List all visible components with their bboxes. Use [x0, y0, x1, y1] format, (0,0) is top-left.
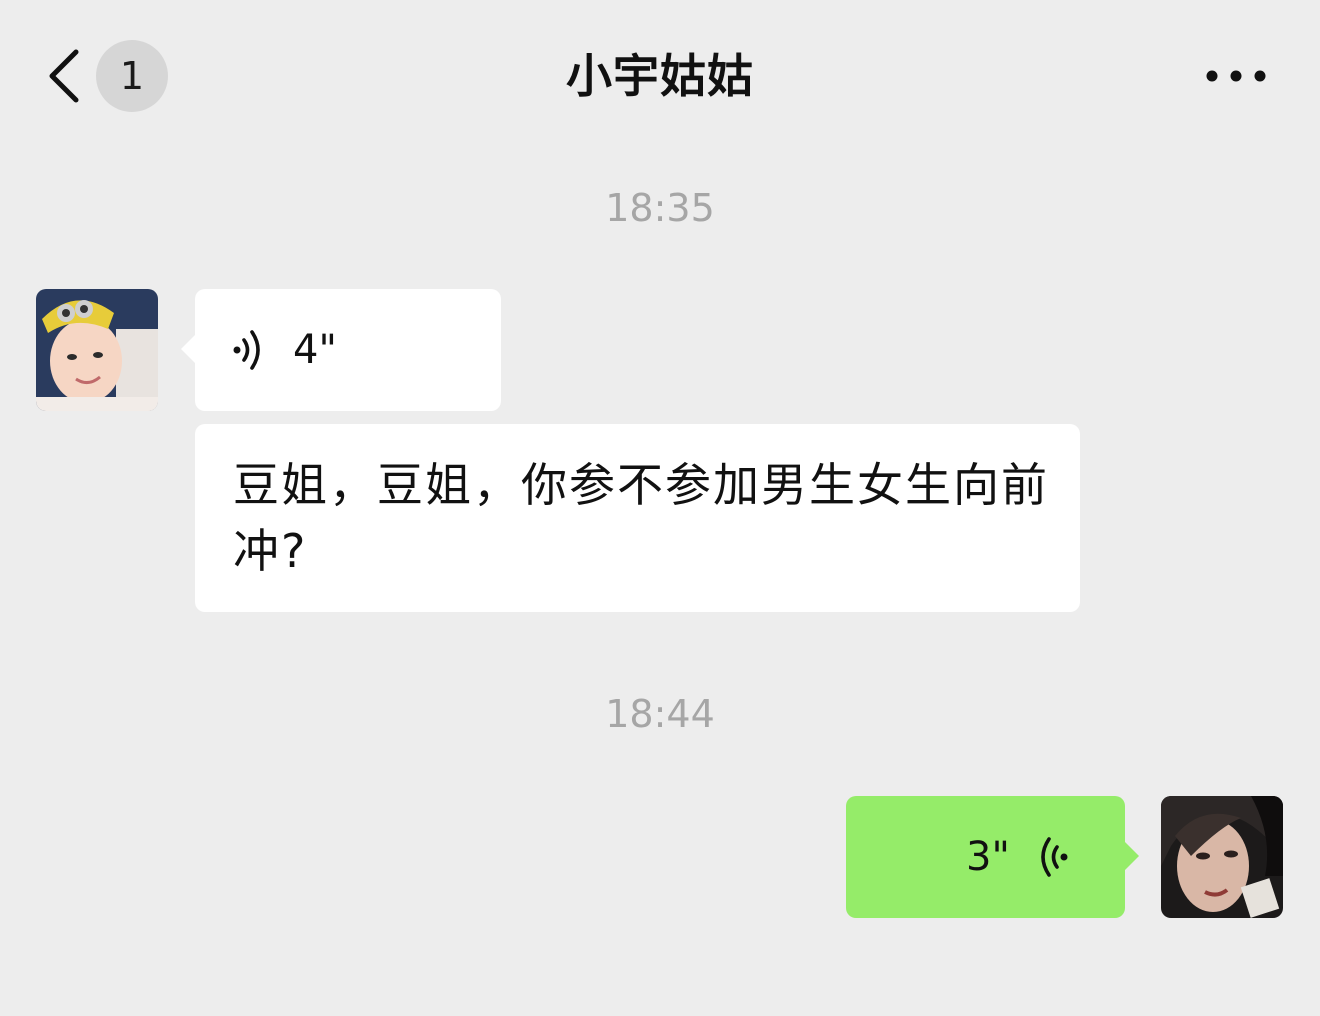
bubble-tail [1125, 842, 1139, 870]
my-avatar-image [1161, 796, 1283, 918]
contact-avatar-image [36, 289, 158, 411]
voice-duration: 4" [293, 327, 337, 373]
more-dots-icon [1206, 70, 1266, 82]
contact-avatar[interactable] [36, 289, 158, 411]
more-options-button[interactable] [1196, 56, 1276, 96]
message-timestamp: 18:44 [605, 692, 715, 736]
voice-wave-icon [233, 330, 260, 370]
bubble-tail [181, 335, 195, 363]
chat-title: 小宇姑姑 [566, 49, 754, 103]
chevron-left-icon [49, 49, 79, 103]
my-avatar[interactable] [1161, 796, 1283, 918]
voice-duration: 3" [966, 834, 1010, 880]
incoming-voice-message[interactable]: 4" [181, 289, 501, 411]
back-button[interactable] [40, 44, 90, 108]
voice-wave-icon [1041, 837, 1068, 877]
message-text: 豆姐，豆姐，你参不参加男生女生向前冲? [233, 458, 1049, 578]
unread-count-badge[interactable]: 1 [96, 40, 168, 112]
incoming-text-message[interactable]: 豆姐，豆姐，你参不参加男生女生向前冲? [195, 424, 1080, 612]
outgoing-voice-message[interactable]: 3" [846, 796, 1139, 918]
chat-header: 1 小宇姑姑 [0, 0, 1320, 150]
message-timestamp: 18:35 [605, 186, 715, 230]
